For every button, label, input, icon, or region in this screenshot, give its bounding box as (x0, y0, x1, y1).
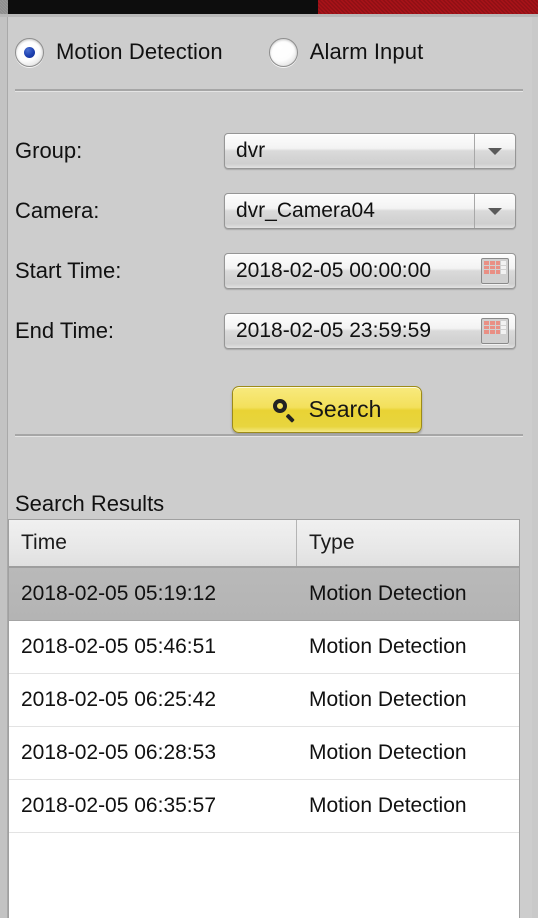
table-row[interactable]: 2018-02-05 06:35:57 Motion Detection (9, 780, 519, 833)
event-type-radio-group: Motion Detection Alarm Input (15, 30, 423, 74)
search-button-wrap: Search (232, 386, 422, 433)
cell-time: 2018-02-05 05:19:12 (21, 582, 216, 605)
camera-value: dvr_Camera04 (236, 199, 375, 222)
group-select[interactable]: dvr (224, 133, 516, 169)
cell-time: 2018-02-05 06:25:42 (21, 688, 216, 711)
start-time-value: 2018-02-05 00:00:00 (236, 259, 431, 282)
start-time-field[interactable]: 2018-02-05 00:00:00 (224, 253, 516, 289)
radio-alarm-input-label: Alarm Input (309, 39, 424, 64)
table-row[interactable]: 2018-02-05 05:46:51 Motion Detection (9, 621, 519, 674)
form-row-end-time: End Time: 2018-02-05 23:59:59 (15, 310, 523, 352)
group-value: dvr (236, 139, 266, 162)
separator-results (15, 434, 523, 437)
form-row-group: Group: dvr (15, 130, 523, 172)
start-time-label: Start Time: (15, 258, 122, 283)
cell-time: 2018-02-05 06:28:53 (21, 741, 216, 764)
magnifier-icon (272, 398, 295, 421)
search-button-label: Search (308, 396, 382, 422)
cell-type: Motion Detection (309, 794, 467, 817)
cell-type: Motion Detection (309, 688, 467, 711)
radio-alarm-input[interactable]: Alarm Input (268, 37, 424, 67)
table-row[interactable]: 2018-02-05 05:19:12 Motion Detection (9, 568, 519, 621)
radio-unselected-icon[interactable] (268, 37, 298, 67)
radio-selected-icon[interactable] (15, 37, 44, 67)
panel-left-gutter (0, 17, 8, 918)
group-label: Group: (15, 138, 83, 163)
column-header-type[interactable]: Type (297, 520, 519, 566)
title-strip-dark (8, 0, 318, 14)
table-row[interactable]: 2018-02-05 06:25:42 Motion Detection (9, 674, 519, 727)
table-row[interactable]: 2018-02-05 06:28:53 Motion Detection (9, 727, 519, 780)
table-empty-area (9, 833, 519, 913)
end-time-value: 2018-02-05 23:59:59 (236, 319, 431, 342)
panel-right-gutter (532, 17, 538, 918)
window-title-strip (0, 0, 538, 14)
chevron-down-icon[interactable] (474, 134, 515, 168)
cell-time: 2018-02-05 05:46:51 (21, 635, 216, 658)
column-header-time[interactable]: Time (9, 520, 297, 566)
camera-select[interactable]: dvr_Camera04 (224, 193, 516, 229)
chevron-down-icon[interactable] (474, 194, 515, 228)
title-strip-red (318, 0, 538, 14)
end-time-field[interactable]: 2018-02-05 23:59:59 (224, 313, 516, 349)
radio-motion-detection[interactable]: Motion Detection (15, 37, 223, 67)
cell-time: 2018-02-05 06:35:57 (21, 794, 216, 817)
dvr-event-search-panel: Motion Detection Alarm Input Group: dvr … (0, 0, 538, 918)
search-results-table[interactable]: Time Type 2018-02-05 05:19:12 Motion Det… (8, 519, 520, 918)
cell-type: Motion Detection (309, 635, 467, 658)
table-header-row: Time Type (9, 520, 519, 568)
search-button[interactable]: Search (232, 386, 422, 433)
search-results-title: Search Results (15, 491, 165, 516)
cell-type: Motion Detection (309, 741, 467, 764)
cell-type: Motion Detection (309, 582, 467, 605)
end-time-label: End Time: (15, 318, 115, 343)
camera-label: Camera: (15, 198, 100, 223)
calendar-icon[interactable] (475, 254, 515, 288)
window-corner-grip (0, 0, 8, 14)
form-row-camera: Camera: dvr_Camera04 (15, 190, 523, 232)
form-row-start-time: Start Time: 2018-02-05 00:00:00 (15, 250, 523, 292)
separator-top (15, 89, 523, 92)
calendar-icon[interactable] (475, 314, 515, 348)
radio-motion-detection-label: Motion Detection (56, 39, 223, 64)
